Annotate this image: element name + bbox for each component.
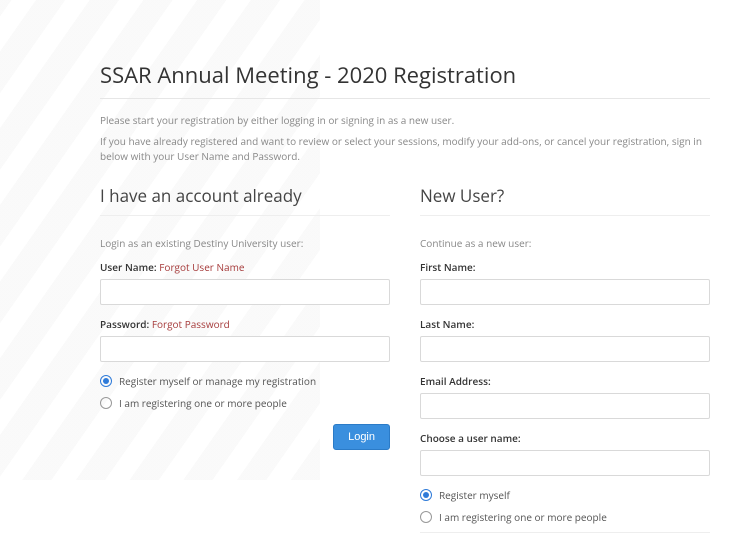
new-user-column: New User? Continue as a new user: First …: [420, 184, 710, 553]
choose-username-input[interactable]: [420, 450, 710, 476]
newuser-helper: Continue as a new user:: [420, 236, 710, 250]
choose-username-label: Choose a user name:: [420, 431, 710, 445]
intro-text-2: If you have already registered and want …: [100, 134, 710, 164]
existing-heading: I have an account already: [100, 184, 390, 207]
page-title: SSAR Annual Meeting - 2020 Registration: [100, 60, 710, 90]
radio-icon: [420, 489, 432, 501]
radio-icon: [420, 511, 432, 523]
two-column-layout: I have an account already Login as an ex…: [100, 184, 710, 553]
existing-user-column: I have an account already Login as an ex…: [100, 184, 390, 553]
password-label-text: Password:: [100, 317, 149, 331]
username-input[interactable]: [100, 279, 390, 305]
main-container: SSAR Annual Meeting - 2020 Registration …: [0, 0, 750, 553]
newuser-radio-group[interactable]: I am registering one or more people: [420, 510, 710, 524]
forgot-password-link[interactable]: Forgot Password: [152, 317, 230, 331]
last-name-label: Last Name:: [420, 317, 710, 331]
newuser-heading: New User?: [420, 184, 710, 207]
newuser-radio-self[interactable]: Register myself: [420, 488, 710, 502]
forgot-username-link[interactable]: Forgot User Name: [159, 260, 244, 274]
radio-icon: [100, 397, 112, 409]
password-label: Password: Forgot Password: [100, 317, 390, 331]
login-button[interactable]: Login: [333, 424, 390, 450]
newuser-radio-self-label: Register myself: [439, 488, 510, 502]
first-name-input[interactable]: [420, 279, 710, 305]
radio-icon: [100, 375, 112, 387]
username-label-text: User Name:: [100, 260, 157, 274]
existing-divider: [100, 215, 390, 216]
intro-text-1: Please start your registration by either…: [100, 113, 710, 128]
existing-radio-self[interactable]: Register myself or manage my registratio…: [100, 374, 390, 388]
username-label: User Name: Forgot User Name: [100, 260, 390, 274]
email-label: Email Address:: [420, 374, 710, 388]
existing-radio-group[interactable]: I am registering one or more people: [100, 396, 390, 410]
existing-radio-self-label: Register myself or manage my registratio…: [119, 374, 316, 388]
existing-helper: Login as an existing Destiny University …: [100, 236, 390, 250]
existing-radio-group-label: I am registering one or more people: [119, 396, 287, 410]
first-name-label: First Name:: [420, 260, 710, 274]
password-input[interactable]: [100, 336, 390, 362]
newuser-bottom-divider: [420, 532, 710, 533]
newuser-radio-group-label: I am registering one or more people: [439, 510, 607, 524]
title-divider: [100, 98, 710, 99]
last-name-input[interactable]: [420, 336, 710, 362]
newuser-divider: [420, 215, 710, 216]
email-input[interactable]: [420, 393, 710, 419]
